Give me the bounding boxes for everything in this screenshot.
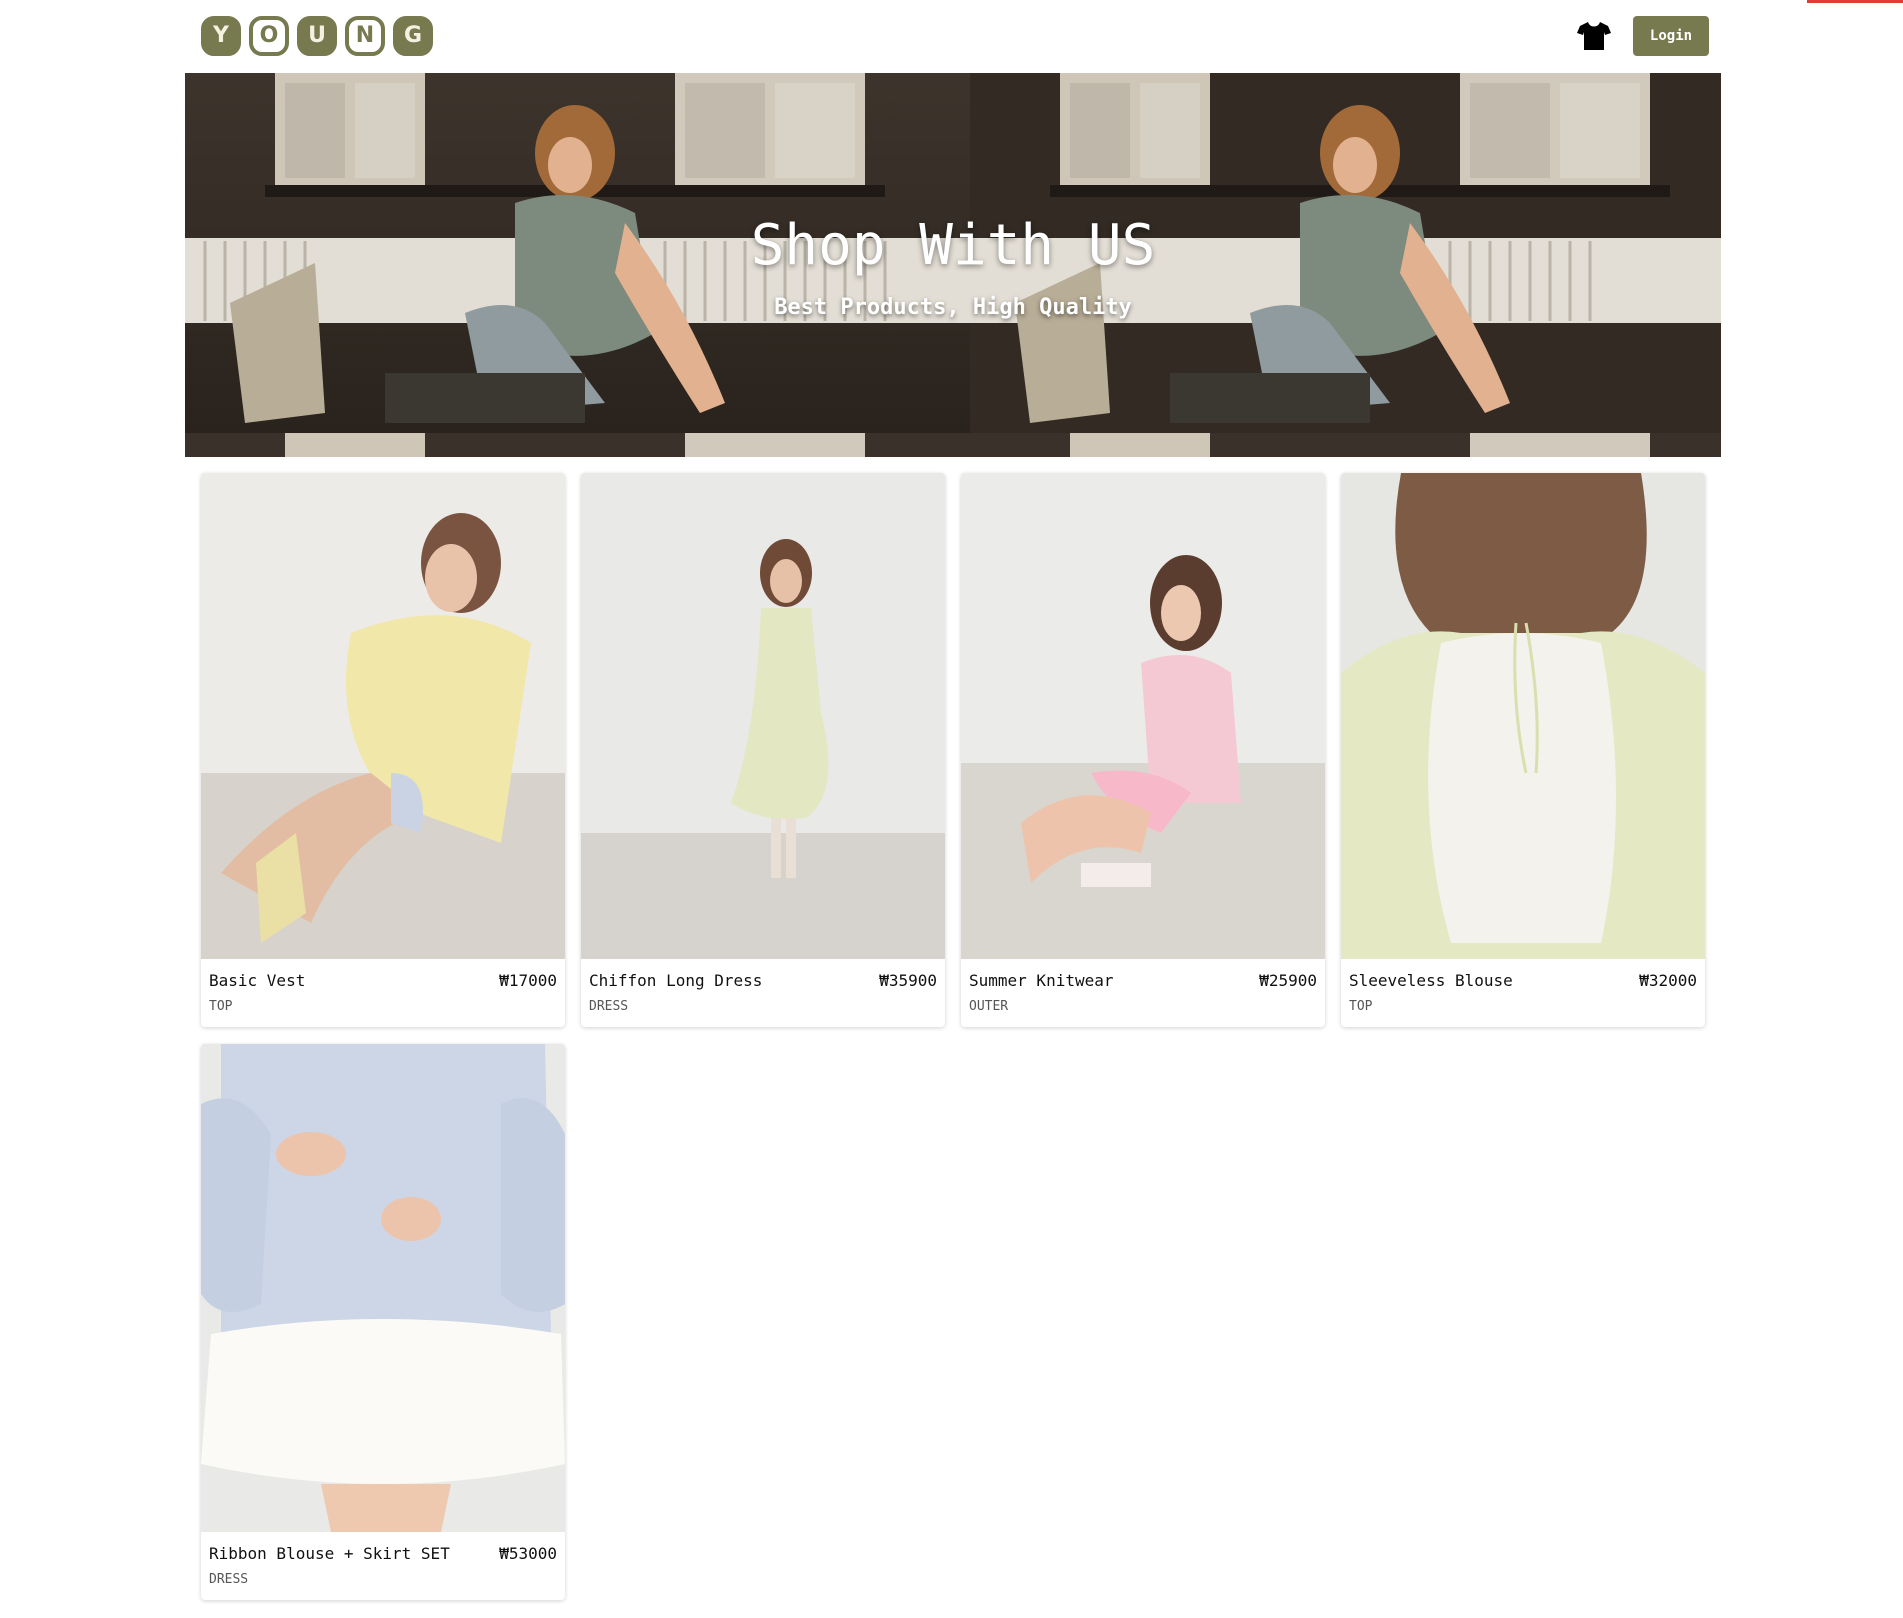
- brand-logo[interactable]: Y O U N G: [201, 16, 433, 56]
- product-card[interactable]: Chiffon Long Dress ₩35900 DRESS: [581, 473, 945, 1027]
- product-category: TOP: [1349, 999, 1373, 1014]
- product-image[interactable]: [581, 473, 945, 959]
- product-category: DRESS: [589, 999, 629, 1014]
- product-info: Sleeveless Blouse ₩32000 TOP: [1341, 959, 1705, 1027]
- hero-photo-strip: [970, 433, 1721, 457]
- product-name[interactable]: Ribbon Blouse + Skirt SET: [209, 1544, 450, 1563]
- site-header: Y O U N G Login: [185, 12, 1721, 60]
- product-image[interactable]: [961, 473, 1325, 959]
- product-category: OUTER: [969, 999, 1009, 1014]
- product-price: ₩17000: [499, 971, 557, 990]
- logo-letter: N: [345, 16, 385, 56]
- product-category: TOP: [209, 999, 233, 1014]
- product-image[interactable]: [201, 1044, 565, 1532]
- product-name[interactable]: Basic Vest: [209, 971, 305, 990]
- product-price: ₩35900: [879, 971, 937, 990]
- product-price: ₩53000: [499, 1544, 557, 1563]
- logo-letter: O: [249, 16, 289, 56]
- product-name[interactable]: Sleeveless Blouse: [1349, 971, 1513, 990]
- product-name[interactable]: Chiffon Long Dress: [589, 971, 762, 990]
- product-image[interactable]: [1341, 473, 1705, 959]
- product-category: DRESS: [209, 1572, 249, 1587]
- product-card[interactable]: Basic Vest ₩17000 TOP: [201, 473, 565, 1027]
- product-price: ₩32000: [1639, 971, 1697, 990]
- logo-letter: U: [297, 16, 337, 56]
- login-button[interactable]: Login: [1633, 16, 1709, 56]
- product-card[interactable]: Summer Knitwear ₩25900 OUTER: [961, 473, 1325, 1027]
- logo-letter: G: [393, 16, 433, 56]
- hero-banner: Shop With US Best Products, High Quality: [185, 73, 1721, 457]
- product-info: Summer Knitwear ₩25900 OUTER: [961, 959, 1325, 1027]
- top-right-red-mark: [1807, 0, 1903, 3]
- product-price: ₩25900: [1259, 971, 1317, 990]
- product-card[interactable]: Ribbon Blouse + Skirt SET ₩53000 DRESS: [201, 1044, 565, 1600]
- tshirt-icon[interactable]: [1576, 20, 1612, 52]
- hero-photo-strip: [185, 433, 970, 457]
- product-image[interactable]: [201, 473, 565, 959]
- product-card[interactable]: Sleeveless Blouse ₩32000 TOP: [1341, 473, 1705, 1027]
- logo-letter: Y: [201, 16, 241, 56]
- product-info: Basic Vest ₩17000 TOP: [201, 959, 565, 1027]
- product-info: Chiffon Long Dress ₩35900 DRESS: [581, 959, 945, 1027]
- hero-subtitle: Best Products, High Quality: [774, 295, 1132, 320]
- product-name[interactable]: Summer Knitwear: [969, 971, 1114, 990]
- product-info: Ribbon Blouse + Skirt SET ₩53000 DRESS: [201, 1532, 565, 1600]
- hero-title: Shop With US: [750, 213, 1156, 278]
